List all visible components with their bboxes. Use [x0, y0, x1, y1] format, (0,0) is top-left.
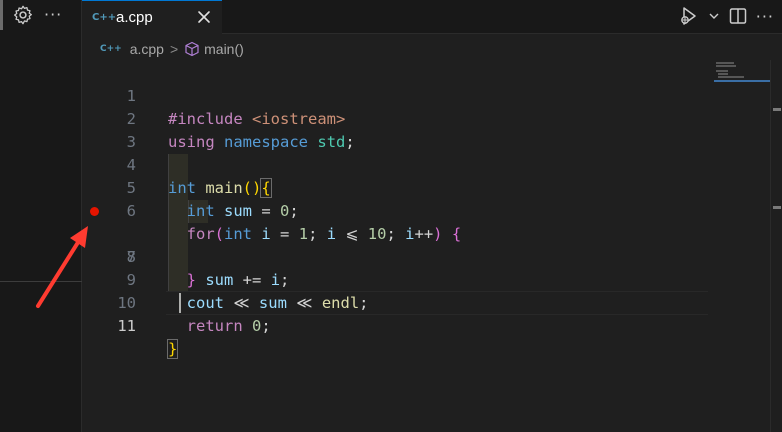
side-panel: ··· [0, 0, 82, 432]
method-cube-icon [185, 41, 199, 57]
editor-tab-bar: C++ a.cpp ··· [82, 0, 782, 34]
breakpoint-icon[interactable] [90, 207, 99, 216]
chevron-down-icon[interactable] [708, 10, 720, 22]
breadcrumb-file[interactable]: a.cpp [130, 41, 164, 57]
tab-a-cpp[interactable]: C++ a.cpp [82, 0, 222, 34]
minimap[interactable] [714, 60, 770, 432]
code-text: return 0; [186, 317, 271, 335]
scrollbar-marker [773, 108, 781, 111]
code-line: 7 sum += i; [82, 200, 714, 289]
close-icon[interactable] [194, 7, 214, 27]
code-editor[interactable]: 1 #include <iostream> 2 using namespace … [82, 62, 714, 432]
code-line: 9 cout ≪ sum ≪ endl; [82, 246, 714, 312]
editor-actions: ··· [678, 5, 774, 27]
breadcrumb: C++ a.cpp > main() [100, 38, 244, 60]
breadcrumb-symbol[interactable]: main() [204, 41, 244, 57]
code-line: 11 } [82, 292, 714, 359]
gear-icon[interactable] [12, 4, 34, 26]
code-line: 10 return 0; [82, 269, 714, 335]
code-line: 2 using namespace std; [82, 85, 714, 151]
tab-label: a.cpp [116, 9, 153, 26]
cpp-file-icon: C++ [100, 44, 122, 54]
code-line: 1 #include <iostream> [82, 62, 714, 128]
code-line: 8 } [82, 223, 714, 289]
annotation-arrow-icon [36, 226, 88, 308]
code-line: 6 for(int i = 1; i ⩽ 10; i++) { [82, 177, 714, 243]
line-number: 11 [117, 317, 136, 335]
breadcrumb-separator: > [169, 41, 179, 57]
code-line: 5 int sum = 0; [82, 154, 714, 220]
code-text: } [166, 339, 179, 359]
run-debug-icon[interactable] [678, 5, 700, 27]
code-line: 3 [82, 108, 714, 151]
text-cursor [179, 293, 181, 313]
cpp-file-icon: C++ [92, 12, 117, 23]
more-actions-icon[interactable]: ··· [44, 5, 62, 25]
sidebar-active-indicator [0, 0, 3, 30]
minimap-current-line [714, 80, 770, 82]
more-actions-icon[interactable]: ··· [756, 7, 774, 26]
vertical-scrollbar[interactable] [770, 60, 782, 432]
code-line: 4 int main(){ [82, 131, 714, 198]
split-editor-icon[interactable] [728, 6, 748, 26]
scrollbar-marker [773, 206, 781, 209]
